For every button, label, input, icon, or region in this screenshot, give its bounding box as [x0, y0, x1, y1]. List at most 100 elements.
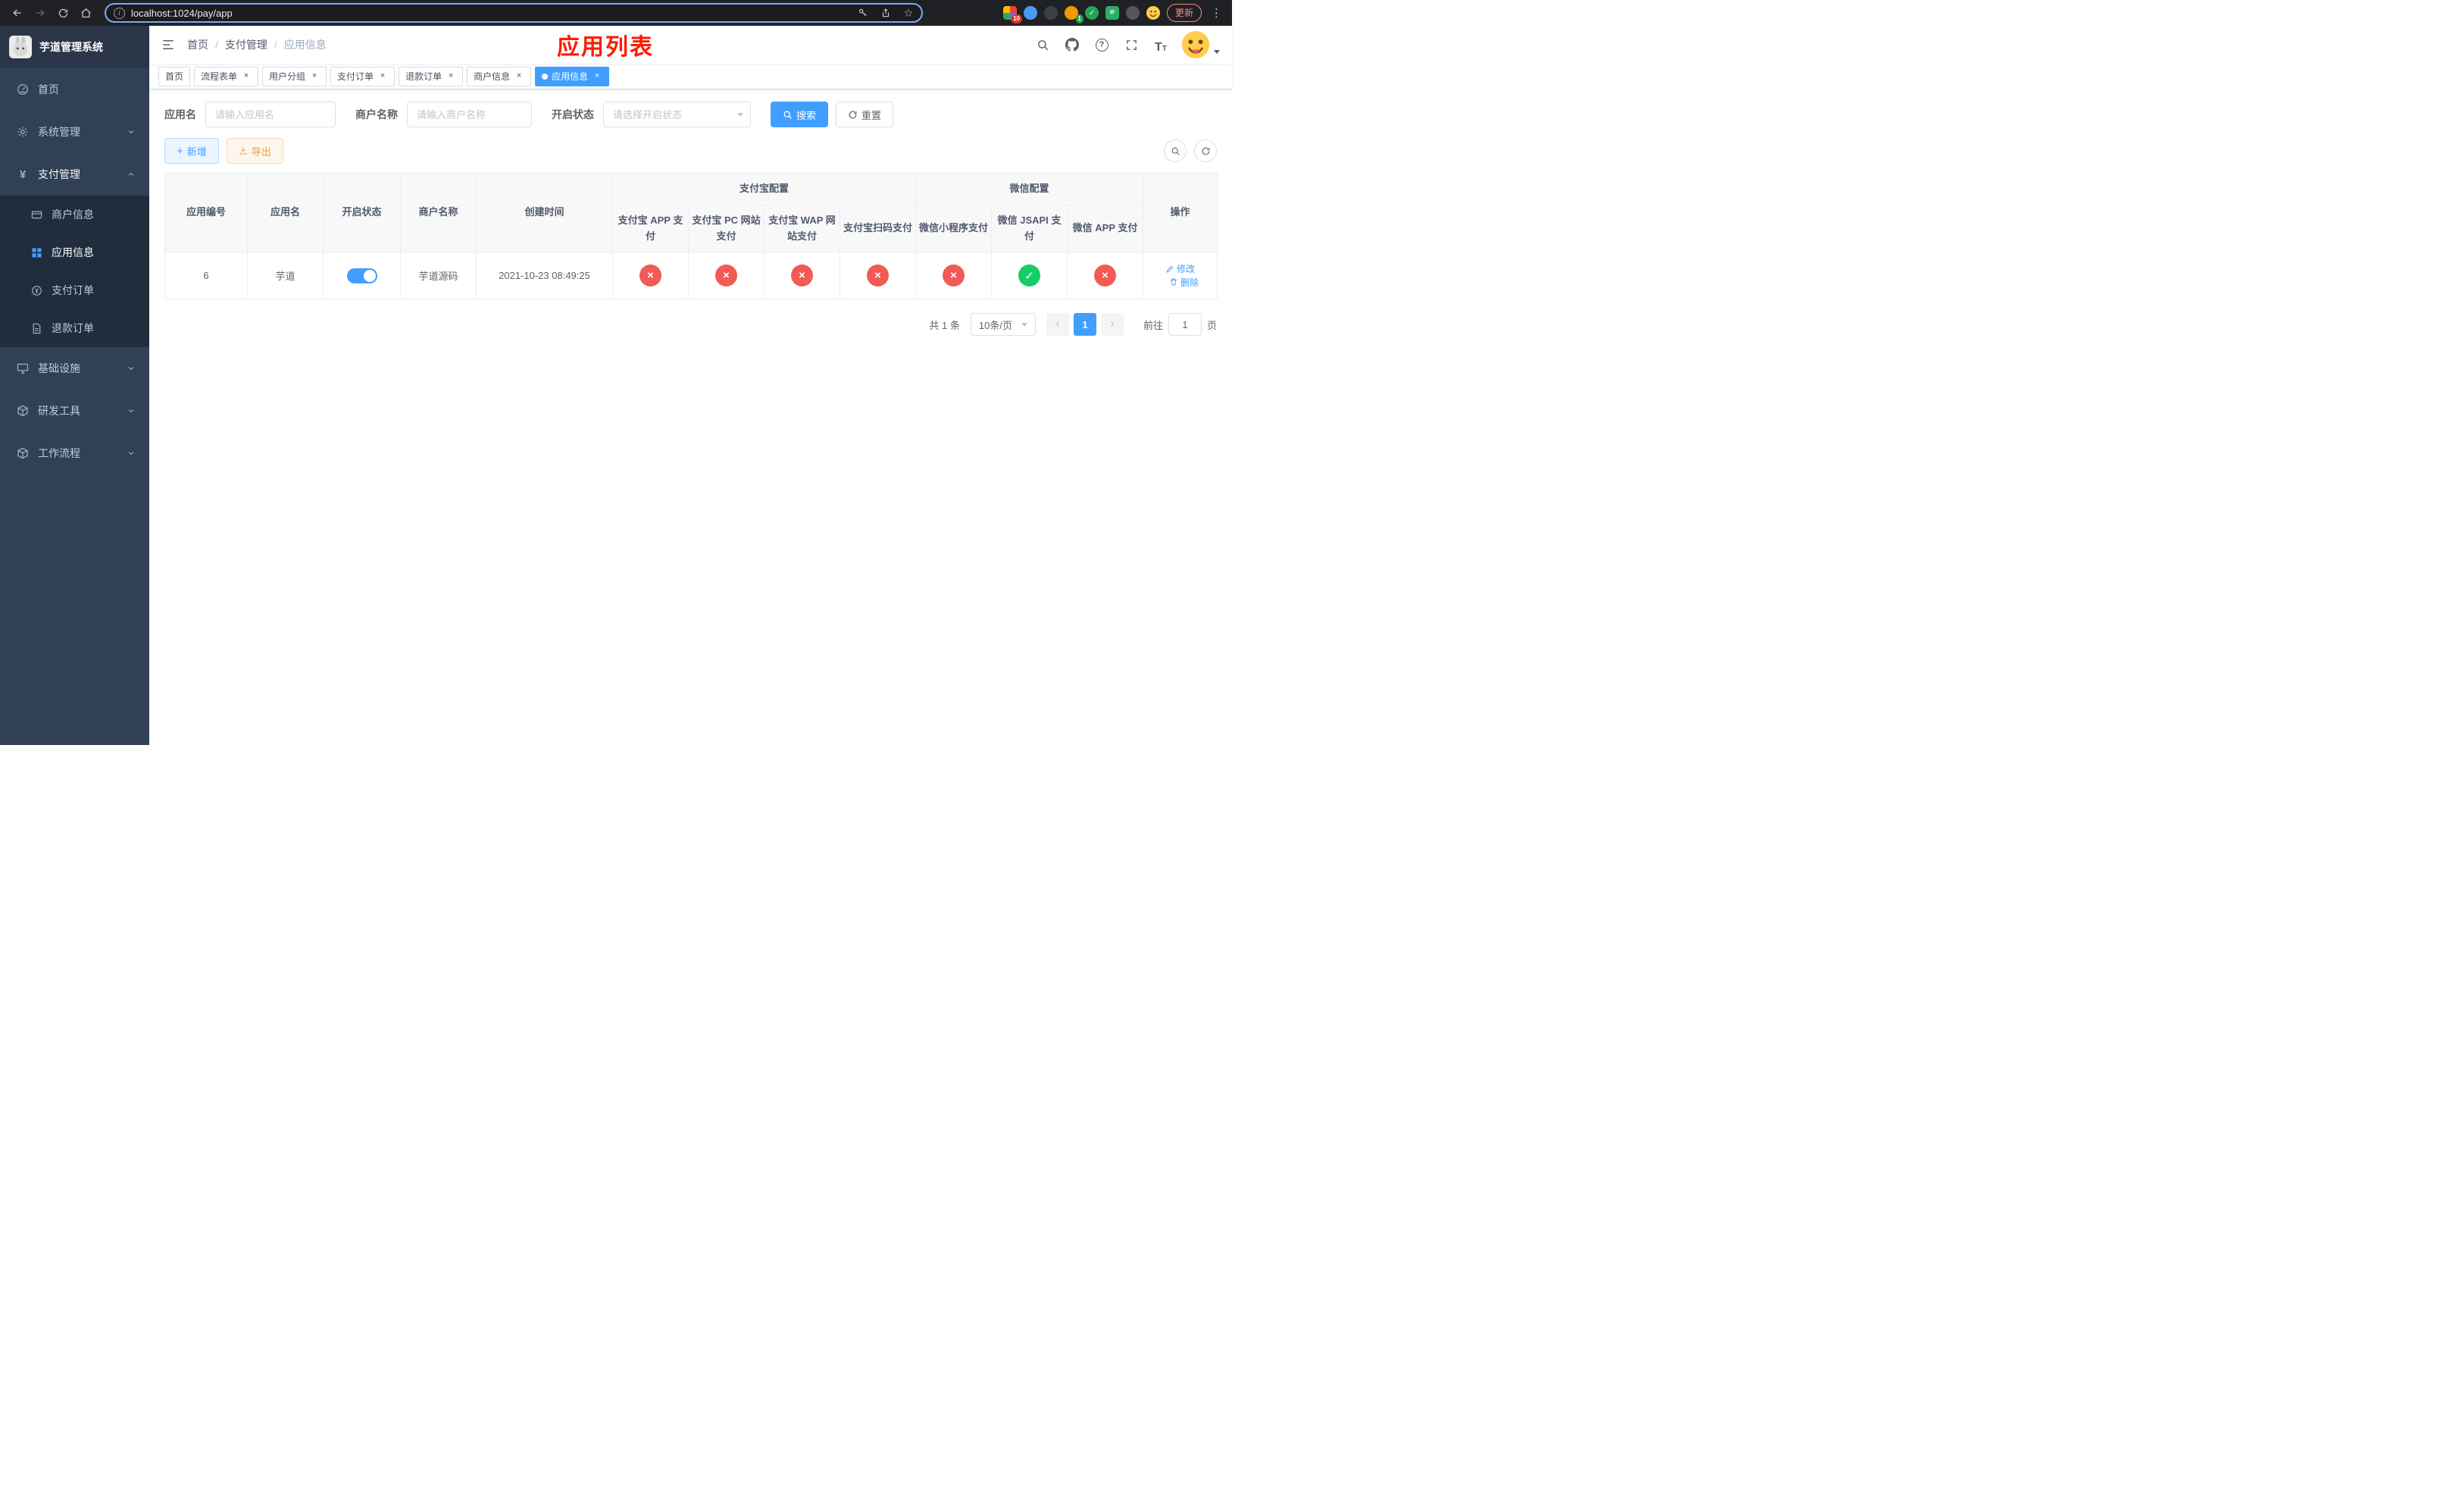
- reset-button[interactable]: 重置: [836, 102, 894, 127]
- main-area: 首页 / 支付管理 / 应用信息 应用列表 ? TT 首页 流程表单 × 用户分…: [149, 26, 1232, 745]
- browser-profile-avatar[interactable]: [1146, 6, 1160, 20]
- browser-home-icon[interactable]: [76, 3, 95, 23]
- tab-merchant-info[interactable]: 商户信息 ×: [467, 66, 532, 86]
- reset-button-label: 重置: [861, 109, 882, 121]
- merchant-name-input[interactable]: [407, 102, 532, 127]
- search-button[interactable]: 搜索: [771, 102, 829, 127]
- tab-label: 用户分组: [269, 71, 306, 82]
- filter-form: 应用名 商户名称 开启状态 搜索: [164, 102, 1217, 127]
- hamburger-icon[interactable]: [161, 38, 175, 52]
- extension-icon-blue[interactable]: [1023, 6, 1037, 20]
- col-header-status: 开启状态: [323, 172, 401, 253]
- close-icon[interactable]: ×: [514, 71, 524, 82]
- sidebar-item-home[interactable]: 首页: [0, 68, 149, 111]
- bookmark-star-icon[interactable]: ☆: [900, 5, 917, 21]
- tab-label: 应用信息: [552, 71, 589, 82]
- cell-app-id: 6: [164, 252, 248, 300]
- sidebar-subitem-merchant-info[interactable]: 商户信息: [0, 196, 149, 233]
- col-header-alipay-pc: 支付宝 PC 网站支付: [688, 204, 765, 253]
- browser-forward-icon[interactable]: [30, 3, 50, 23]
- close-icon[interactable]: ×: [446, 71, 456, 82]
- url-text[interactable]: localhost:1024/pay/app: [131, 8, 849, 19]
- app-name-input[interactable]: [205, 102, 336, 127]
- export-button[interactable]: 导出: [226, 138, 283, 164]
- add-button[interactable]: + 新增: [164, 138, 219, 164]
- status-switch[interactable]: [346, 268, 377, 283]
- tab-pay-order[interactable]: 支付订单 ×: [330, 66, 396, 86]
- sidebar-item-devtools[interactable]: 研发工具: [0, 390, 149, 432]
- sidebar-subitem-app-info[interactable]: 应用信息: [0, 233, 149, 271]
- extension-icon-orange[interactable]: 1: [1064, 6, 1083, 23]
- cell-status: [323, 252, 401, 300]
- sidebar: 芋道管理系统 首页 系统管理 ¥ 支付管理 商户信息 应用信息 支付订单 退款订…: [0, 26, 149, 745]
- sidebar-subitem-refund-order[interactable]: 退款订单: [0, 309, 149, 347]
- password-key-icon[interactable]: [855, 5, 871, 21]
- sidebar-item-infrastructure[interactable]: 基础设施: [0, 347, 149, 390]
- extension-icon-dark[interactable]: [1043, 6, 1058, 20]
- breadcrumb-separator: /: [274, 39, 277, 51]
- tab-refund-order[interactable]: 退款订单 ×: [399, 66, 464, 86]
- close-icon[interactable]: ×: [377, 71, 388, 82]
- browser-reload-icon[interactable]: [53, 3, 73, 23]
- close-icon[interactable]: ×: [309, 71, 320, 82]
- browser-update-button[interactable]: 更新: [1166, 4, 1202, 22]
- tab-app-info[interactable]: 应用信息 ×: [535, 66, 610, 86]
- page-number-1[interactable]: 1: [1073, 313, 1096, 337]
- close-icon[interactable]: ×: [592, 71, 602, 82]
- share-icon[interactable]: [877, 5, 894, 21]
- help-icon[interactable]: ?: [1093, 36, 1111, 54]
- extension-icon-pin[interactable]: [1125, 6, 1140, 20]
- browser-menu-icon[interactable]: ⋮: [1209, 6, 1224, 20]
- address-bar[interactable]: i localhost:1024/pay/app ☆: [105, 3, 923, 23]
- sidebar-item-label: 支付管理: [38, 168, 80, 180]
- avatar-caret-icon: [1214, 50, 1220, 54]
- delete-button[interactable]: 删除: [1169, 276, 1199, 289]
- status-select[interactable]: [603, 102, 751, 127]
- goto-unit-label: 页: [1206, 319, 1217, 331]
- page-size-select[interactable]: 10条/页: [970, 313, 1036, 337]
- edit-button[interactable]: 修改: [1165, 262, 1195, 275]
- breadcrumb-separator: /: [215, 39, 218, 51]
- site-info-icon[interactable]: i: [114, 7, 125, 19]
- chevron-down-icon: [127, 127, 136, 136]
- close-icon[interactable]: ×: [241, 71, 252, 82]
- user-avatar[interactable]: [1181, 30, 1220, 59]
- sidebar-subitem-pay-order[interactable]: 支付订单: [0, 271, 149, 309]
- extensions-tray: 10 1 ✓ 更新 ⋮: [1002, 4, 1224, 23]
- prev-page-button[interactable]: ‹: [1046, 313, 1069, 337]
- status-select-input[interactable]: [603, 102, 751, 127]
- sidebar-item-payment[interactable]: ¥ 支付管理: [0, 153, 149, 196]
- sidebar-subitem-label: 应用信息: [52, 246, 94, 258]
- browser-back-icon[interactable]: [8, 3, 27, 23]
- sidebar-subitem-label: 退款订单: [52, 322, 94, 334]
- next-page-button[interactable]: ›: [1100, 313, 1124, 337]
- tab-process-form[interactable]: 流程表单 ×: [194, 66, 259, 86]
- col-header-actions: 操作: [1143, 172, 1218, 253]
- extension-icon-grid[interactable]: 10: [1002, 6, 1022, 23]
- sidebar-item-label: 研发工具: [38, 405, 80, 417]
- breadcrumb-payment[interactable]: 支付管理: [225, 37, 267, 52]
- font-size-icon[interactable]: TT: [1152, 36, 1170, 54]
- fullscreen-icon[interactable]: [1122, 36, 1140, 54]
- search-icon[interactable]: [1033, 36, 1052, 54]
- sidebar-item-workflow[interactable]: 工作流程: [0, 432, 149, 474]
- page-annotation: 应用列表: [557, 35, 654, 60]
- navbar: 首页 / 支付管理 / 应用信息 应用列表 ? TT: [149, 26, 1232, 64]
- chevron-down-icon: [127, 449, 136, 458]
- sidebar-item-system[interactable]: 系统管理: [0, 111, 149, 153]
- breadcrumb-home[interactable]: 首页: [187, 37, 208, 52]
- extension-icon-green-check[interactable]: ✓: [1084, 6, 1099, 20]
- app-logo-row[interactable]: 芋道管理系统: [0, 26, 149, 68]
- toolbox-icon: [17, 405, 29, 417]
- yen-icon: ¥: [19, 167, 27, 181]
- toggle-search-button[interactable]: [1164, 139, 1187, 162]
- delete-button-label: 删除: [1180, 277, 1199, 288]
- tab-home[interactable]: 首页: [158, 66, 191, 86]
- sidebar-item-label: 系统管理: [38, 126, 80, 138]
- merchant-name-label: 商户名称: [355, 108, 398, 121]
- tab-user-group[interactable]: 用户分组 ×: [262, 66, 327, 86]
- github-icon[interactable]: [1063, 36, 1081, 54]
- refresh-button[interactable]: [1194, 139, 1217, 162]
- goto-page-input[interactable]: [1168, 313, 1202, 337]
- extension-icon-book[interactable]: [1105, 6, 1119, 20]
